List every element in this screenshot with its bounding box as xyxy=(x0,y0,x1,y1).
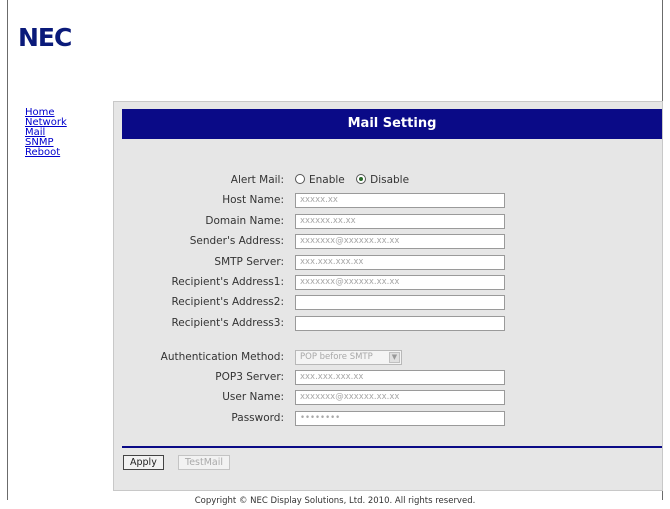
host-name-label: Host Name: xyxy=(222,194,284,206)
mail-setting-panel: Mail Setting Alert Mail: Enable Disable … xyxy=(113,101,663,491)
smtp-server-label: SMTP Server: xyxy=(214,256,284,268)
user-name-row: User Name: xxxxxxx@xxxxxx.xx.xx xyxy=(114,389,664,406)
nav-link-reboot[interactable]: Reboot xyxy=(25,148,67,158)
smtp-server-row: SMTP Server: xxx.xxx.xxx.xx xyxy=(114,254,664,271)
chevron-down-icon[interactable]: ▼ xyxy=(389,352,400,363)
recipient1-label: Recipient's Address1: xyxy=(171,276,284,288)
recipient2-label: Recipient's Address2: xyxy=(171,296,284,308)
apply-button[interactable]: Apply xyxy=(123,455,164,470)
host-name-input[interactable]: xxxxx.xx xyxy=(295,193,505,208)
recipient2-input[interactable] xyxy=(295,295,505,310)
smtp-server-input[interactable]: xxx.xxx.xxx.xx xyxy=(295,255,505,270)
sidebar-nav: Home Network Mail SNMP Reboot xyxy=(25,108,67,158)
domain-name-row: Domain Name: xxxxxx.xx.xx xyxy=(114,213,664,230)
alert-mail-radio-group: Enable Disable xyxy=(295,172,417,189)
panel-divider xyxy=(122,446,662,448)
copyright-footer: Copyright © NEC Display Solutions, Ltd. … xyxy=(194,496,476,506)
recipient3-label: Recipient's Address3: xyxy=(171,317,284,329)
password-label: Password: xyxy=(231,412,284,424)
pop3-server-input[interactable]: xxx.xxx.xxx.xx xyxy=(295,370,505,385)
alert-mail-row: Alert Mail: Enable Disable xyxy=(114,172,664,189)
disable-radio-label[interactable]: Disable xyxy=(370,174,409,186)
auth-method-label: Authentication Method: xyxy=(160,351,284,363)
recipient1-input[interactable]: xxxxxxx@xxxxxx.xx.xx xyxy=(295,275,505,290)
recipient3-row: Recipient's Address3: xyxy=(114,315,664,332)
auth-method-value: POP before SMTP xyxy=(300,352,373,362)
sender-address-row: Sender's Address: xxxxxxx@xxxxxx.xx.xx xyxy=(114,233,664,250)
recipient1-row: Recipient's Address1: xxxxxxx@xxxxxx.xx.… xyxy=(114,274,664,291)
host-name-row: Host Name: xxxxx.xx xyxy=(114,192,664,209)
auth-method-row: Authentication Method: POP before SMTP ▼ xyxy=(114,349,664,366)
sender-address-label: Sender's Address: xyxy=(189,235,284,247)
recipient2-row: Recipient's Address2: xyxy=(114,294,664,311)
panel-title: Mail Setting xyxy=(122,109,662,139)
domain-name-label: Domain Name: xyxy=(205,215,284,227)
disable-radio[interactable] xyxy=(356,174,367,184)
recipient3-input[interactable] xyxy=(295,316,505,331)
enable-radio[interactable] xyxy=(295,174,305,184)
pop3-server-label: POP3 Server: xyxy=(215,371,284,383)
password-row: Password: •••••••• xyxy=(114,410,664,427)
domain-name-input[interactable]: xxxxxx.xx.xx xyxy=(295,214,505,229)
test-mail-button[interactable]: TestMail xyxy=(178,455,231,470)
alert-mail-label: Alert Mail: xyxy=(230,174,284,186)
enable-radio-label[interactable]: Enable xyxy=(309,174,345,186)
user-name-label: User Name: xyxy=(222,391,284,403)
pop3-server-row: POP3 Server: xxx.xxx.xxx.xx xyxy=(114,369,664,386)
nec-logo: NEC xyxy=(18,23,72,52)
password-input[interactable]: •••••••• xyxy=(295,411,505,426)
sender-address-input[interactable]: xxxxxxx@xxxxxx.xx.xx xyxy=(295,234,505,249)
user-name-input[interactable]: xxxxxxx@xxxxxx.xx.xx xyxy=(295,390,505,405)
auth-method-select[interactable]: POP before SMTP ▼ xyxy=(295,350,402,365)
